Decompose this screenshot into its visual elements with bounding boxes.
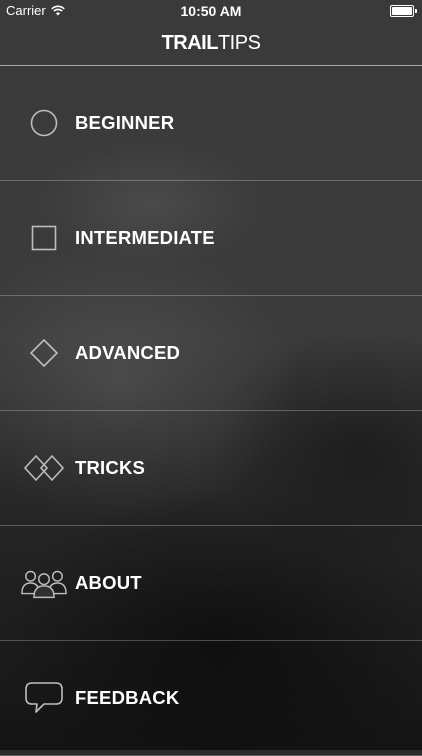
menu-item-about[interactable]: ABOUT — [0, 526, 422, 641]
people-icon — [20, 566, 68, 600]
menu-item-feedback[interactable]: FEEDBACK — [0, 641, 422, 756]
menu-item-intermediate[interactable]: INTERMEDIATE — [0, 181, 422, 296]
double-diamond-icon — [20, 451, 68, 485]
menu-item-label: ABOUT — [75, 572, 142, 593]
menu-item-label: ADVANCED — [75, 342, 181, 363]
diamond-icon — [20, 336, 68, 370]
brand-secondary: TIPS — [217, 32, 261, 54]
menu-item-label: BEGINNER — [75, 112, 175, 133]
speech-bubble-icon — [20, 681, 68, 715]
main-menu: BEGINNER INTERMEDIATE ADVANCED TRICKS AB… — [0, 66, 422, 756]
menu-item-label: FEEDBACK — [75, 687, 180, 708]
brand-primary: TRAIL — [161, 32, 219, 54]
battery-icon — [390, 5, 417, 17]
app-logo: TRAILTIPS — [0, 32, 422, 55]
menu-item-label: INTERMEDIATE — [75, 227, 215, 248]
status-bar: Carrier 10:50 AM — [0, 0, 422, 22]
menu-item-advanced[interactable]: ADVANCED — [0, 296, 422, 411]
square-icon — [20, 221, 68, 255]
menu-item-label: TRICKS — [75, 457, 146, 478]
menu-item-beginner[interactable]: BEGINNER — [0, 66, 422, 181]
menu-item-tricks[interactable]: TRICKS — [0, 411, 422, 526]
circle-icon — [20, 106, 68, 140]
navigation-bar: TRAILTIPS — [0, 22, 422, 66]
clock: 10:50 AM — [180, 3, 242, 19]
